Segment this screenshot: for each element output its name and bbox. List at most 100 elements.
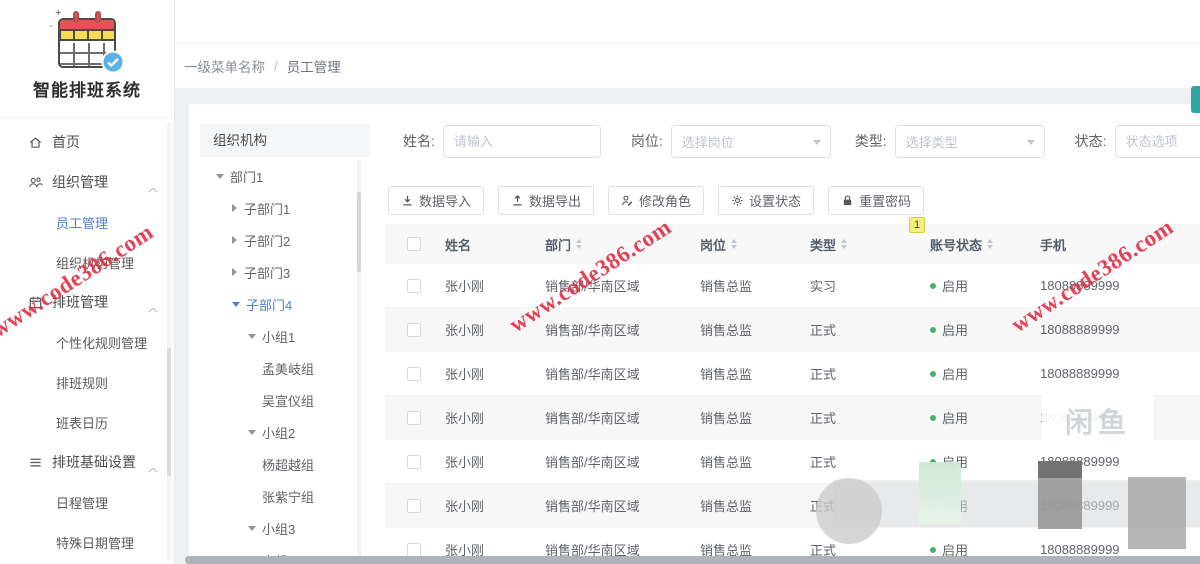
chevron-up-icon [148, 180, 158, 196]
sidebar: + · 智能排班系统 首页组织管理 员工管理 组织机构管理 排班管理个性化规则管理排班… [0, 0, 175, 564]
table-cell [385, 366, 445, 381]
table-header-cell: 姓名 [445, 235, 545, 254]
sort-icon[interactable] [987, 239, 994, 249]
filter-input[interactable] [1114, 124, 1200, 158]
sidebar-subitem-label: 日程管理 [56, 495, 109, 511]
select-all-checkbox[interactable] [407, 237, 421, 251]
type-cell: 正式 [810, 411, 837, 426]
app-title: 智能排班系统 [33, 81, 141, 100]
caret-right-icon[interactable] [232, 268, 237, 276]
row-checkbox[interactable] [407, 278, 421, 293]
table-header-cell[interactable]: 类型 [810, 235, 930, 254]
name-cell: 张小刚 [445, 411, 485, 426]
toolbar-button[interactable]: 数据导入 [388, 186, 485, 215]
dept-cell: 销售部/华南区域 [545, 279, 640, 294]
status-cell: 启用 [930, 364, 1040, 383]
sidebar-subitem[interactable]: 特殊日期管理 [0, 522, 174, 562]
caret-right-icon[interactable] [232, 236, 237, 244]
toolbar-button[interactable]: 重置密码 [828, 186, 925, 215]
dept-cell: 销售部/华南区域 [545, 499, 640, 514]
sidebar-subitem-label: 个性化规则管理 [56, 335, 148, 351]
breadcrumb-level1[interactable]: 一级菜单名称 [184, 56, 265, 76]
tree-node[interactable]: 吴宣仪组 [200, 384, 370, 416]
sidebar-scrollbar-thumb[interactable] [167, 348, 171, 476]
toolbar-button[interactable]: 数据导出 [498, 186, 595, 215]
filter-input[interactable] [442, 124, 601, 158]
name-cell: 张小刚 [445, 455, 485, 470]
name-cell: 张小刚 [445, 279, 485, 294]
tree-scrollbar-thumb[interactable] [357, 192, 361, 272]
chevron-up-icon [148, 460, 158, 476]
sidebar-subitem[interactable]: 排班规则 [0, 362, 174, 402]
status-label: 启用 [942, 367, 969, 382]
sidebar-item-label: 排班基础设置 [52, 454, 136, 470]
sidebar-item-label: 首页 [52, 134, 80, 150]
dept-cell: 销售部/华南区域 [545, 323, 640, 338]
post-cell: 销售总监 [700, 455, 753, 470]
sidebar-item[interactable]: 组织管理 [0, 162, 174, 202]
row-checkbox[interactable] [407, 498, 421, 513]
side-float-tab[interactable] [1191, 86, 1200, 113]
sidebar-item[interactable]: 排班管理 [0, 282, 174, 322]
toolbar-button-label: 数据导出 [529, 194, 582, 209]
status-dot-icon [930, 326, 936, 333]
tree-node[interactable]: 子部门2 [200, 224, 370, 256]
tree-node[interactable]: 孟美岐组 [200, 352, 370, 384]
check-icon [101, 50, 125, 74]
sidebar-subitem[interactable]: 班表日历 [0, 402, 174, 442]
tree-node[interactable]: 杨超越组 [200, 448, 370, 480]
tree-node[interactable]: 部门1 [200, 160, 370, 192]
sort-icon[interactable] [576, 239, 583, 249]
tree-node[interactable]: 小组2 [200, 416, 370, 448]
toolbar-button[interactable]: 设置状态 [718, 186, 815, 215]
tree-node[interactable]: 小组1 [200, 320, 370, 352]
filter-select[interactable]: 选择类型 [894, 124, 1045, 158]
logo: + · 智能排班系统 [0, 0, 174, 118]
caret-down-icon[interactable] [216, 173, 224, 179]
row-checkbox[interactable] [407, 366, 421, 381]
chevron-down-icon [1026, 139, 1035, 145]
sidebar-subitem[interactable]: 员工管理 [0, 202, 174, 242]
caret-down-icon[interactable] [248, 429, 256, 435]
tree-node[interactable]: 子部门1 [200, 192, 370, 224]
import-icon [401, 194, 414, 207]
column-label: 岗位 [700, 237, 727, 253]
toolbar-button-label: 重置密码 [859, 194, 912, 209]
sort-icon[interactable] [841, 239, 848, 249]
caret-right-icon[interactable] [232, 204, 237, 212]
table-header-cell[interactable]: 岗位 [700, 235, 810, 254]
toolbar-button-label: 设置状态 [749, 194, 802, 209]
blur-artifact [1128, 477, 1186, 549]
row-checkbox[interactable] [407, 410, 421, 425]
row-checkbox[interactable] [407, 322, 421, 337]
row-checkbox[interactable] [407, 454, 421, 469]
sidebar-subitem[interactable]: 个性化规则管理 [0, 322, 174, 362]
sidebar-menu: 首页组织管理 员工管理 组织机构管理 排班管理个性化规则管理排班规则 班表日历排班基础设… [0, 118, 174, 562]
horizontal-scrollbar[interactable] [185, 556, 1200, 564]
caret-down-icon[interactable] [232, 301, 240, 307]
tree-node[interactable]: 子部门4 [200, 288, 370, 320]
filter-select[interactable]: 选择岗位 [670, 124, 831, 158]
tree-node-label: 子部门3 [244, 265, 291, 281]
post-cell: 销售总监 [700, 411, 753, 426]
caret-down-icon[interactable] [248, 333, 256, 339]
toolbar-button[interactable]: 修改角色 [608, 186, 705, 215]
sidebar-item[interactable]: 排班基础设置 [0, 442, 174, 482]
tree-node[interactable]: 张紫宁组 [200, 480, 370, 512]
status-label: 启用 [942, 279, 969, 294]
table-header-cell[interactable]: 账号状态 [930, 235, 1040, 254]
sidebar-subitem[interactable]: 日程管理 [0, 482, 174, 522]
table-header-cell[interactable]: 部门 [545, 235, 700, 254]
sidebar-item[interactable]: 首页 [0, 122, 174, 162]
sidebar-subitem[interactable]: 组织机构管理 [0, 242, 174, 282]
sort-icon[interactable] [731, 239, 738, 249]
caret-down-icon[interactable] [248, 525, 256, 531]
tree-node-label: 子部门1 [244, 201, 291, 217]
tree-node[interactable]: 子部门3 [200, 256, 370, 288]
tree-node[interactable]: 小组3 [200, 512, 370, 544]
tree-node-label: 子部门2 [244, 233, 291, 249]
filter-label: 姓名: [403, 133, 435, 149]
status-label: 启用 [942, 411, 969, 426]
table-cell [385, 322, 445, 337]
row-checkbox[interactable] [407, 542, 421, 557]
